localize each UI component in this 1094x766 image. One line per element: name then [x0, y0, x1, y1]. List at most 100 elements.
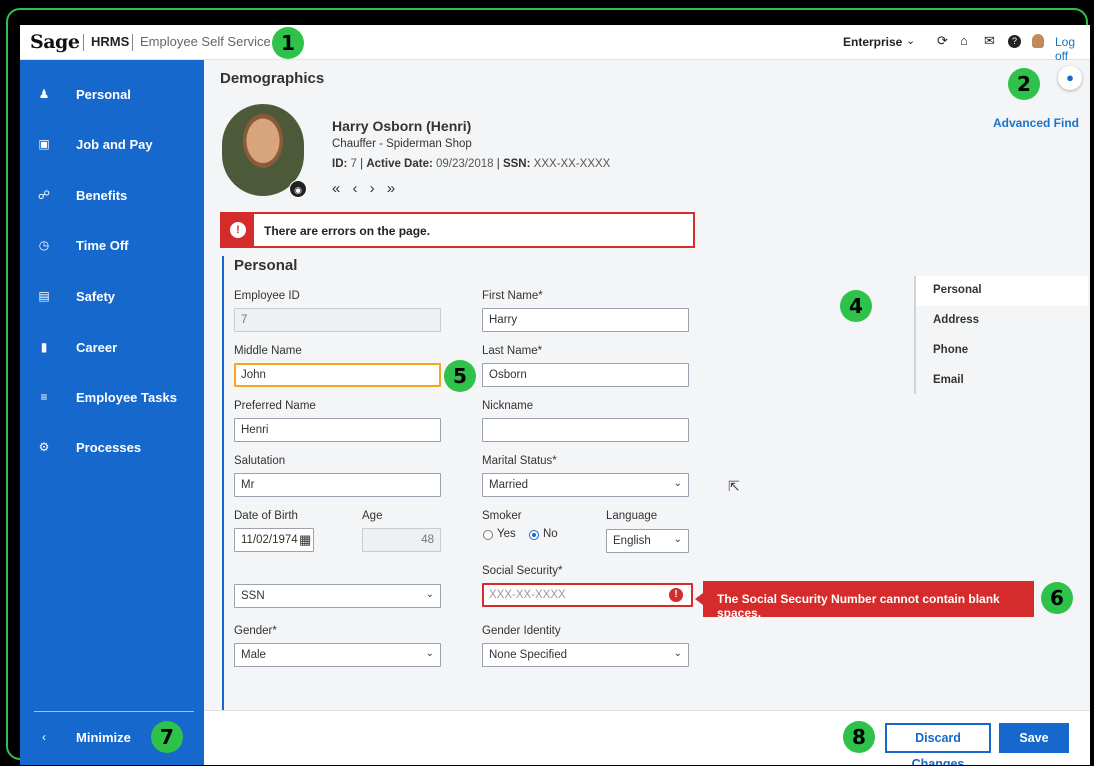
sidebar-item-processes[interactable]: ⚙ Processes [20, 432, 204, 462]
middle-name-label: Middle Name [234, 345, 302, 357]
divider [83, 34, 84, 51]
gender-identity-select[interactable]: None Specified ⌄ [482, 643, 689, 667]
section-accent [222, 256, 224, 711]
advanced-find-link[interactable]: Advanced Find [993, 116, 1079, 130]
nickname-field[interactable] [482, 418, 689, 442]
clock-icon: ◷ [38, 238, 50, 252]
age-field: 48 [362, 528, 441, 552]
divider [34, 711, 194, 712]
smoker-label: Smoker [482, 510, 522, 522]
middle-name-field[interactable]: John [234, 363, 441, 387]
salutation-field[interactable]: Mr [234, 473, 441, 497]
gender-select[interactable]: Male ⌄ [234, 643, 441, 667]
discard-changes-button[interactable]: Discard Changes [885, 723, 991, 765]
sidebar-item-job-and-pay[interactable]: ▣ Job and Pay [20, 129, 204, 159]
section-nav-email[interactable]: Email [916, 366, 1088, 396]
age-label: Age [362, 510, 383, 522]
sidebar-item-personal[interactable]: ♟ Personal [20, 79, 204, 109]
chevron-down-icon[interactable]: ⌄ [906, 34, 915, 47]
last-name-field[interactable]: Osborn [482, 363, 689, 387]
section-nav-phone[interactable]: Phone [916, 336, 1088, 366]
sidebar-item-employee-tasks[interactable]: ≡ Employee Tasks [20, 382, 204, 412]
alert-icon: ! [669, 588, 683, 602]
marital-status-select[interactable]: Married ⌄ [482, 473, 689, 497]
user-avatar-icon[interactable] [1032, 34, 1044, 48]
first-name-field[interactable]: Harry [482, 308, 689, 332]
marital-status-label: Marital Status* [482, 455, 557, 467]
gender-label: Gender* [234, 625, 277, 637]
social-security-label: Social Security* [482, 565, 563, 577]
chevron-down-icon: ⌄ [425, 648, 434, 659]
home-icon[interactable]: ⌂ [960, 33, 968, 48]
employee-meta: ID: 7 | Active Date: 09/23/2018 | SSN: X… [332, 158, 611, 170]
sidebar-item-label: Career [76, 339, 118, 355]
employee-id: 7 [350, 158, 357, 170]
save-button[interactable]: Save [999, 723, 1069, 753]
language-label: Language [606, 510, 658, 522]
sidebar: ♟ Personal ▣ Job and Pay ☍ Benefits ◷ Ti… [20, 60, 204, 765]
last-name-label: Last Name* [482, 345, 543, 357]
mail-icon[interactable]: ✉ [984, 33, 995, 49]
sidebar-item-label: Processes [76, 439, 142, 455]
sidebar-item-label: Time Off [76, 237, 129, 253]
company-selector[interactable]: Enterprise [843, 35, 902, 49]
safety-icon: ▤ [38, 289, 50, 303]
lightbulb-icon[interactable]: ● [1058, 66, 1082, 90]
smoker-yes-radio[interactable] [483, 530, 493, 540]
social-security-placeholder: XXX-XX-XXXX [489, 589, 566, 601]
calendar-icon[interactable]: ▦ [299, 532, 311, 548]
smoker-no-radio[interactable] [529, 530, 539, 540]
app-window: Sage HRMS Employee Self Service Enterpri… [20, 25, 1090, 765]
ssn-error-tooltip: The Social Security Number cannot contai… [695, 581, 1034, 620]
ssn-value: XXX-XX-XXXX [533, 158, 611, 170]
refresh-icon[interactable]: ⟳ [937, 33, 948, 49]
gear-icon: ⚙ [38, 440, 50, 454]
dob-field[interactable]: 11/02/1974 ▦ [234, 528, 314, 552]
chevron-down-icon: ⌄ [673, 534, 682, 545]
callout-badge: 4 [840, 290, 872, 322]
dob-value: 11/02/1974 [241, 534, 298, 546]
page-error-banner: ! There are errors on the page. [220, 212, 695, 248]
benefits-icon: ☍ [37, 188, 51, 202]
callout-badge: 6 [1041, 582, 1073, 614]
employee-id-field: 7 [234, 308, 441, 332]
logoff-link[interactable]: Log off [1055, 35, 1090, 63]
first-name-label: First Name* [482, 290, 543, 302]
employee-job: Chauffer - Spiderman Shop [332, 138, 472, 150]
section-nav-address[interactable]: Address [916, 306, 1088, 336]
callout-badge: 7 [151, 721, 183, 753]
sage-logo: Sage [30, 31, 80, 53]
camera-icon[interactable]: ◉ [289, 180, 307, 198]
tasks-icon: ≡ [40, 390, 48, 404]
employee-id-label: Employee ID [234, 290, 300, 302]
sidebar-item-time-off[interactable]: ◷ Time Off [20, 230, 204, 260]
error-bar: ! [222, 214, 254, 246]
callout-badge: 1 [272, 27, 304, 59]
preferred-name-field[interactable]: Henri [234, 418, 441, 442]
sidebar-item-safety[interactable]: ▤ Safety [20, 281, 204, 311]
sidebar-item-label: Job and Pay [76, 136, 153, 152]
sidebar-item-career[interactable]: ▮ Career [20, 332, 204, 362]
error-message: There are errors on the page. [264, 224, 431, 238]
id-type-select[interactable]: SSN ⌄ [234, 584, 441, 608]
record-pager[interactable]: « ‹ › » [332, 180, 399, 197]
gender-identity-value: None Specified [489, 649, 567, 661]
app-name: HRMS [91, 34, 130, 49]
help-icon[interactable]: ? [1008, 35, 1021, 48]
gender-identity-label: Gender Identity [482, 625, 561, 637]
divider [132, 34, 133, 51]
id-label: ID: [332, 158, 348, 170]
section-nav-personal[interactable]: Personal [916, 276, 1088, 306]
gender-value: Male [241, 649, 266, 661]
section-title: Personal [234, 257, 298, 274]
nickname-label: Nickname [482, 400, 534, 412]
dob-label: Date of Birth [234, 510, 298, 522]
sidebar-item-benefits[interactable]: ☍ Benefits [20, 180, 204, 210]
marital-status-value: Married [489, 479, 528, 491]
callout-badge: 8 [843, 721, 875, 753]
minimize-label: Minimize [76, 729, 131, 745]
social-security-field[interactable]: XXX-XX-XXXX ! [482, 583, 693, 607]
language-select[interactable]: English ⌄ [606, 529, 689, 553]
sidebar-item-label: Employee Tasks [76, 389, 177, 405]
person-icon: ♟ [38, 87, 50, 101]
